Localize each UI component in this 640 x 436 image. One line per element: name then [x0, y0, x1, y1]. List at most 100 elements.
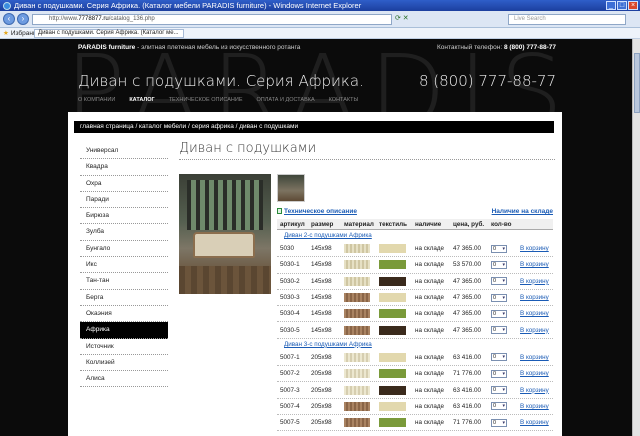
material-swatch[interactable] [344, 401, 370, 411]
quantity-select[interactable]: 0 [491, 244, 507, 253]
star-icon[interactable]: ★ [3, 30, 9, 37]
material-swatch[interactable] [344, 276, 370, 286]
material-swatch[interactable] [344, 369, 370, 379]
nav-item[interactable]: О КОМПАНИИ [78, 97, 115, 103]
main-navigation: О КОМПАНИИ КАТАЛОГ ТЕХНИЧЕСКОЕ ОПИСАНИЕ ОПЛ… [78, 97, 358, 103]
address-input[interactable]: http://www.7778877.ru/catalog_136.php [32, 14, 392, 25]
price-cell: 47 365.00 [453, 294, 482, 302]
product-photo[interactable] [179, 174, 271, 294]
sidebar-item[interactable]: Бирюза [80, 208, 168, 225]
quantity-select[interactable]: 0 [491, 309, 507, 318]
close-button[interactable]: × [628, 1, 638, 10]
quantity-select[interactable]: 0 [491, 402, 507, 411]
qty-cell: 0 [491, 418, 507, 427]
textile-swatch[interactable] [379, 244, 406, 254]
material-swatch[interactable] [344, 260, 370, 270]
sidebar-item[interactable]: Африка [80, 322, 168, 339]
sidebar-item[interactable]: Тан-тан [80, 273, 168, 290]
forward-arrow-icon[interactable]: › [17, 13, 29, 25]
material-swatch[interactable] [344, 244, 370, 254]
minimize-button[interactable]: _ [606, 1, 616, 10]
price-cell: 47 365.00 [453, 277, 482, 285]
sidebar-item[interactable]: Зулба [80, 224, 168, 241]
sidebar-item[interactable]: Икс [80, 257, 168, 274]
sku-cell: 5030-5 [280, 326, 300, 334]
material-swatch[interactable] [344, 325, 370, 335]
sidebar-item[interactable]: Квадра [80, 159, 168, 176]
photo-sofa [193, 232, 255, 258]
sku-cell: 5007-1 [280, 353, 300, 361]
textile-swatch[interactable] [379, 352, 406, 362]
quantity-select[interactable]: 0 [491, 293, 507, 302]
table-row: 5030-5 145x98 на складе 47 365.00 0 В корзину [277, 322, 553, 339]
quantity-select[interactable]: 0 [491, 260, 507, 269]
add-to-cart-link[interactable]: В корзину [520, 294, 549, 301]
window-titlebar: Диван с подушками. Серия Африка. (Катало… [0, 0, 640, 11]
table-row: 5030-4 145x98 на складе 47 365.00 0 В корзину [277, 306, 553, 323]
material-swatch[interactable] [344, 385, 370, 395]
nav-item[interactable]: ТЕХНИЧЕСКОЕ ОПИСАНИЕ [169, 97, 243, 103]
scrollbar-thumb[interactable] [634, 53, 640, 113]
textile-swatch[interactable] [379, 276, 406, 286]
sidebar-item[interactable]: Окаэния [80, 306, 168, 323]
product-thumbnail[interactable] [277, 174, 305, 202]
sidebar-item[interactable]: Коллизей [80, 355, 168, 372]
add-to-cart-link[interactable]: В корзину [520, 278, 549, 285]
textile-swatch[interactable] [379, 293, 406, 303]
vertical-scrollbar[interactable] [632, 39, 640, 436]
search-input[interactable]: Live Search [508, 14, 626, 25]
sidebar-item[interactable]: Охра [80, 176, 168, 192]
add-to-cart-link[interactable]: В корзину [520, 387, 549, 394]
product-group-link[interactable]: Диван 2-с подушками Африка [277, 232, 372, 239]
stock-cell: на складе [415, 294, 445, 302]
quantity-select[interactable]: 0 [491, 369, 507, 378]
add-to-cart-link[interactable]: В корзину [520, 354, 549, 361]
table-row: 5007-5 205x98 на складе 71 776.00 0 В корзину [277, 415, 553, 432]
quantity-select[interactable]: 0 [491, 386, 507, 395]
sidebar-item[interactable]: Бунгало [80, 241, 168, 258]
maximize-button[interactable]: □ [617, 1, 627, 10]
material-swatch[interactable] [344, 352, 370, 362]
window-title: Диван с подушками. Серия Африка. (Катало… [14, 1, 362, 10]
textile-swatch[interactable] [379, 325, 406, 335]
material-swatch[interactable] [344, 418, 370, 428]
textile-swatch[interactable] [379, 369, 406, 379]
url-prefix: http://www. [49, 16, 79, 22]
sidebar-item[interactable]: Паради [80, 192, 168, 209]
add-to-cart-link[interactable]: В корзину [520, 403, 549, 410]
textile-swatch[interactable] [379, 260, 406, 270]
textile-swatch[interactable] [379, 401, 406, 411]
nav-item[interactable]: КАТАЛОГ [129, 97, 154, 103]
quantity-select[interactable]: 0 [491, 326, 507, 335]
textile-swatch[interactable] [379, 309, 406, 319]
add-to-cart-link[interactable]: В корзину [520, 310, 549, 317]
add-to-cart-link[interactable]: В корзину [520, 261, 549, 268]
tech-description-link[interactable]: Техническое описание [277, 208, 357, 215]
sidebar-item[interactable]: Источник [80, 339, 168, 355]
sidebar-item[interactable]: Алиса [80, 371, 168, 388]
quantity-select[interactable]: 0 [491, 418, 507, 427]
add-to-cart-link[interactable]: В корзину [520, 327, 549, 334]
textile-swatch[interactable] [379, 385, 406, 395]
back-arrow-icon[interactable]: ‹ [3, 13, 15, 25]
browser-tab[interactable]: Диван с подушками. Серия Африка. (Катало… [34, 29, 184, 38]
size-cell: 145x98 [311, 326, 332, 334]
refresh-icon[interactable]: ⟳ ✕ [395, 14, 409, 22]
add-to-cart-link[interactable]: В корзину [520, 419, 549, 426]
material-swatch[interactable] [344, 293, 370, 303]
sidebar-item[interactable]: Универсал [80, 143, 168, 160]
photo-window-backdrop [187, 180, 263, 230]
nav-item[interactable]: КОНТАКТЫ [329, 97, 359, 103]
sidebar-item[interactable]: Берга [80, 290, 168, 306]
add-to-cart-link[interactable]: В корзину [520, 245, 549, 252]
quantity-select[interactable]: 0 [491, 353, 507, 362]
add-to-cart-link[interactable]: В корзину [520, 370, 549, 377]
material-swatch[interactable] [344, 309, 370, 319]
stock-link[interactable]: Наличие на складе [492, 208, 553, 215]
content-panel: главная страница / каталог мебели / сери… [68, 112, 562, 436]
product-group-link[interactable]: Диван 3-с подушками Африка [277, 341, 372, 348]
textile-swatch[interactable] [379, 418, 406, 428]
table-row: 5007-4 205x98 на складе 63 416.00 0 В корзину [277, 399, 553, 415]
nav-item[interactable]: ОПЛАТА И ДОСТАВКА [257, 97, 315, 103]
quantity-select[interactable]: 0 [491, 277, 507, 286]
